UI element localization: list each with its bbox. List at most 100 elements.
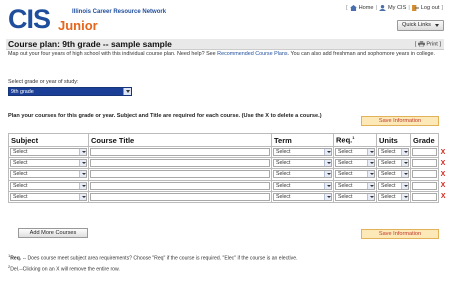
delete-row-icon[interactable]: X xyxy=(439,147,448,158)
grade-input[interactable] xyxy=(412,192,437,201)
column-header-term: Term xyxy=(271,133,334,147)
subject-select[interactable]: Select xyxy=(10,192,87,201)
grade-input[interactable] xyxy=(412,148,437,157)
footnote-del: 2Del.--Clicking on an X will remove the … xyxy=(8,263,120,273)
printer-icon xyxy=(417,41,425,47)
chevron-down-icon xyxy=(79,171,86,178)
units-select[interactable]: Select xyxy=(378,148,409,157)
chevron-down-icon xyxy=(79,193,86,200)
chevron-down-icon xyxy=(367,149,374,156)
top-links: [ Home | My CIS | Log out ] xyxy=(346,5,443,11)
term-select[interactable]: Select xyxy=(273,170,332,179)
chevron-down-icon xyxy=(79,160,86,167)
logout-icon xyxy=(411,5,419,11)
home-icon xyxy=(349,5,357,11)
chevron-down-icon xyxy=(401,160,408,167)
delete-row-icon[interactable]: X xyxy=(439,158,448,169)
quick-links-label: Quick Links xyxy=(402,22,431,28)
chevron-down-icon xyxy=(367,171,374,178)
chevron-down-icon xyxy=(324,182,331,189)
column-header-grade: Grade xyxy=(410,133,439,147)
chevron-down-icon xyxy=(401,193,408,200)
course-title-input[interactable] xyxy=(90,181,270,190)
log-out-link[interactable]: Log out xyxy=(421,5,440,11)
network-name: Illinois Career Resource Network xyxy=(72,9,167,15)
table-row: Select Select Select Select X xyxy=(8,168,448,181)
delete-row-icon[interactable]: X xyxy=(439,191,448,202)
term-select[interactable]: Select xyxy=(273,159,332,168)
print-label: Print xyxy=(426,41,438,48)
chevron-down-icon xyxy=(435,24,439,27)
term-select[interactable]: Select xyxy=(273,181,332,190)
user-icon xyxy=(379,5,386,11)
grade-select[interactable]: 9th grade xyxy=(8,87,132,96)
column-header-course-title: Course Title xyxy=(88,133,272,147)
chevron-down-icon xyxy=(367,160,374,167)
chevron-down-icon xyxy=(123,88,131,95)
delete-row-icon[interactable]: X xyxy=(439,180,448,191)
chevron-down-icon xyxy=(401,171,408,178)
intro-text: Map out your four years of high school w… xyxy=(8,51,436,57)
column-header-req: Req.1 xyxy=(333,133,377,147)
term-select[interactable]: Select xyxy=(273,148,332,157)
chevron-down-icon xyxy=(324,149,331,156)
course-title-input[interactable] xyxy=(90,148,270,157)
req-select[interactable]: Select xyxy=(335,159,375,168)
subject-select[interactable]: Select xyxy=(10,148,87,157)
chevron-down-icon xyxy=(79,182,86,189)
units-select[interactable]: Select xyxy=(378,170,409,179)
logo-junior-text: Junior xyxy=(58,18,98,33)
subject-select[interactable]: Select xyxy=(10,159,87,168)
save-information-button-top[interactable]: Save Information xyxy=(361,116,439,126)
chevron-down-icon xyxy=(324,171,331,178)
course-title-input[interactable] xyxy=(90,192,270,201)
grade-select-label: Select grade or year of study: xyxy=(8,79,79,85)
table-row: Select Select Select Select X xyxy=(8,190,448,203)
save-information-button-bottom[interactable]: Save Information xyxy=(361,229,439,239)
grade-input[interactable] xyxy=(412,181,437,190)
term-select[interactable]: Select xyxy=(273,192,332,201)
plan-instructions: Plan your courses for this grade or year… xyxy=(8,113,322,119)
footnote-req: 1Req. -- Does course meet subject area r… xyxy=(8,253,298,262)
req-select[interactable]: Select xyxy=(335,181,375,190)
course-title-input[interactable] xyxy=(90,159,270,168)
table-header-row: Subject Course Title Term Req.1 Units Gr… xyxy=(8,133,448,147)
column-header-subject: Subject xyxy=(8,133,89,147)
page-title: Course plan: 9th grade -- sample sample xyxy=(8,39,172,49)
chevron-down-icon xyxy=(324,193,331,200)
chevron-down-icon xyxy=(79,149,86,156)
chevron-down-icon xyxy=(401,149,408,156)
course-title-input[interactable] xyxy=(90,170,270,179)
chevron-down-icon xyxy=(401,182,408,189)
grade-input[interactable] xyxy=(412,170,437,179)
units-select[interactable]: Select xyxy=(378,181,409,190)
units-select[interactable]: Select xyxy=(378,159,409,168)
logo-cis-text: CIS xyxy=(8,4,51,34)
column-header-units: Units xyxy=(376,133,411,147)
delete-row-icon[interactable]: X xyxy=(439,169,448,180)
req-select[interactable]: Select xyxy=(335,148,375,157)
course-plan-table: Subject Course Title Term Req.1 Units Gr… xyxy=(8,133,448,203)
quick-links-dropdown[interactable]: Quick Links xyxy=(397,20,444,31)
home-link[interactable]: Home xyxy=(359,5,374,11)
req-select[interactable]: Select xyxy=(335,170,375,179)
recommended-course-plans-link[interactable]: Recommended Course Plans xyxy=(217,51,287,57)
add-more-courses-button[interactable]: Add More Courses xyxy=(18,228,88,238)
chevron-down-icon xyxy=(367,182,374,189)
subject-select[interactable]: Select xyxy=(10,170,87,179)
units-select[interactable]: Select xyxy=(378,192,409,201)
page-title-bar: Course plan: 9th grade -- sample sample … xyxy=(6,39,444,50)
table-row: Select Select Select Select X xyxy=(8,157,448,170)
subject-select[interactable]: Select xyxy=(10,181,87,190)
print-link[interactable]: [ Print ] xyxy=(415,41,441,47)
chevron-down-icon xyxy=(324,160,331,167)
table-row: Select Select Select Select X xyxy=(8,145,448,159)
grade-input[interactable] xyxy=(412,159,437,168)
chevron-down-icon xyxy=(367,193,374,200)
cis-junior-logo[interactable]: CIS Illinois Career Resource Network Jun… xyxy=(8,4,166,38)
footnotes: 1Req. -- Does course meet subject area r… xyxy=(8,252,444,273)
grade-select-value: 9th grade xyxy=(11,89,34,95)
req-select[interactable]: Select xyxy=(335,192,375,201)
table-row: Select Select Select Select X xyxy=(8,179,448,192)
my-cis-link[interactable]: My CIS xyxy=(388,5,406,11)
